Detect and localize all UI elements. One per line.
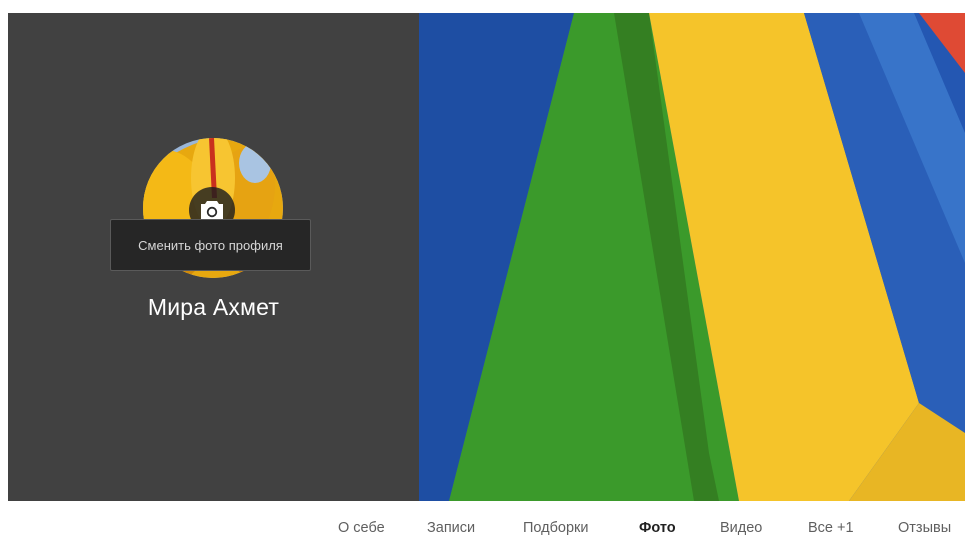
tab-about[interactable]: О себе <box>338 515 385 541</box>
camera-icon <box>201 201 223 220</box>
change-photo-tooltip: Сменить фото профиля <box>110 219 311 271</box>
tab-posts[interactable]: Записи <box>427 515 475 541</box>
profile-tabs: О себе Записи Подборки Фото Видео Все +1… <box>0 515 965 541</box>
tab-videos[interactable]: Видео <box>720 515 762 541</box>
tab-collections[interactable]: Подборки <box>523 515 589 541</box>
tab-reviews[interactable]: Отзывы <box>898 515 951 541</box>
tab-photos[interactable]: Фото <box>639 515 676 541</box>
tab-plus-ones[interactable]: Все +1 <box>808 515 854 541</box>
cover-photo <box>419 13 965 501</box>
profile-name: Мира Ахмет <box>147 294 280 320</box>
profile-info-panel: Сменить фото профиля Мира Ахмет <box>8 13 419 501</box>
cover-paper-image <box>419 13 965 501</box>
profile-cover: Сменить фото профиля Мира Ахмет <box>8 13 965 501</box>
